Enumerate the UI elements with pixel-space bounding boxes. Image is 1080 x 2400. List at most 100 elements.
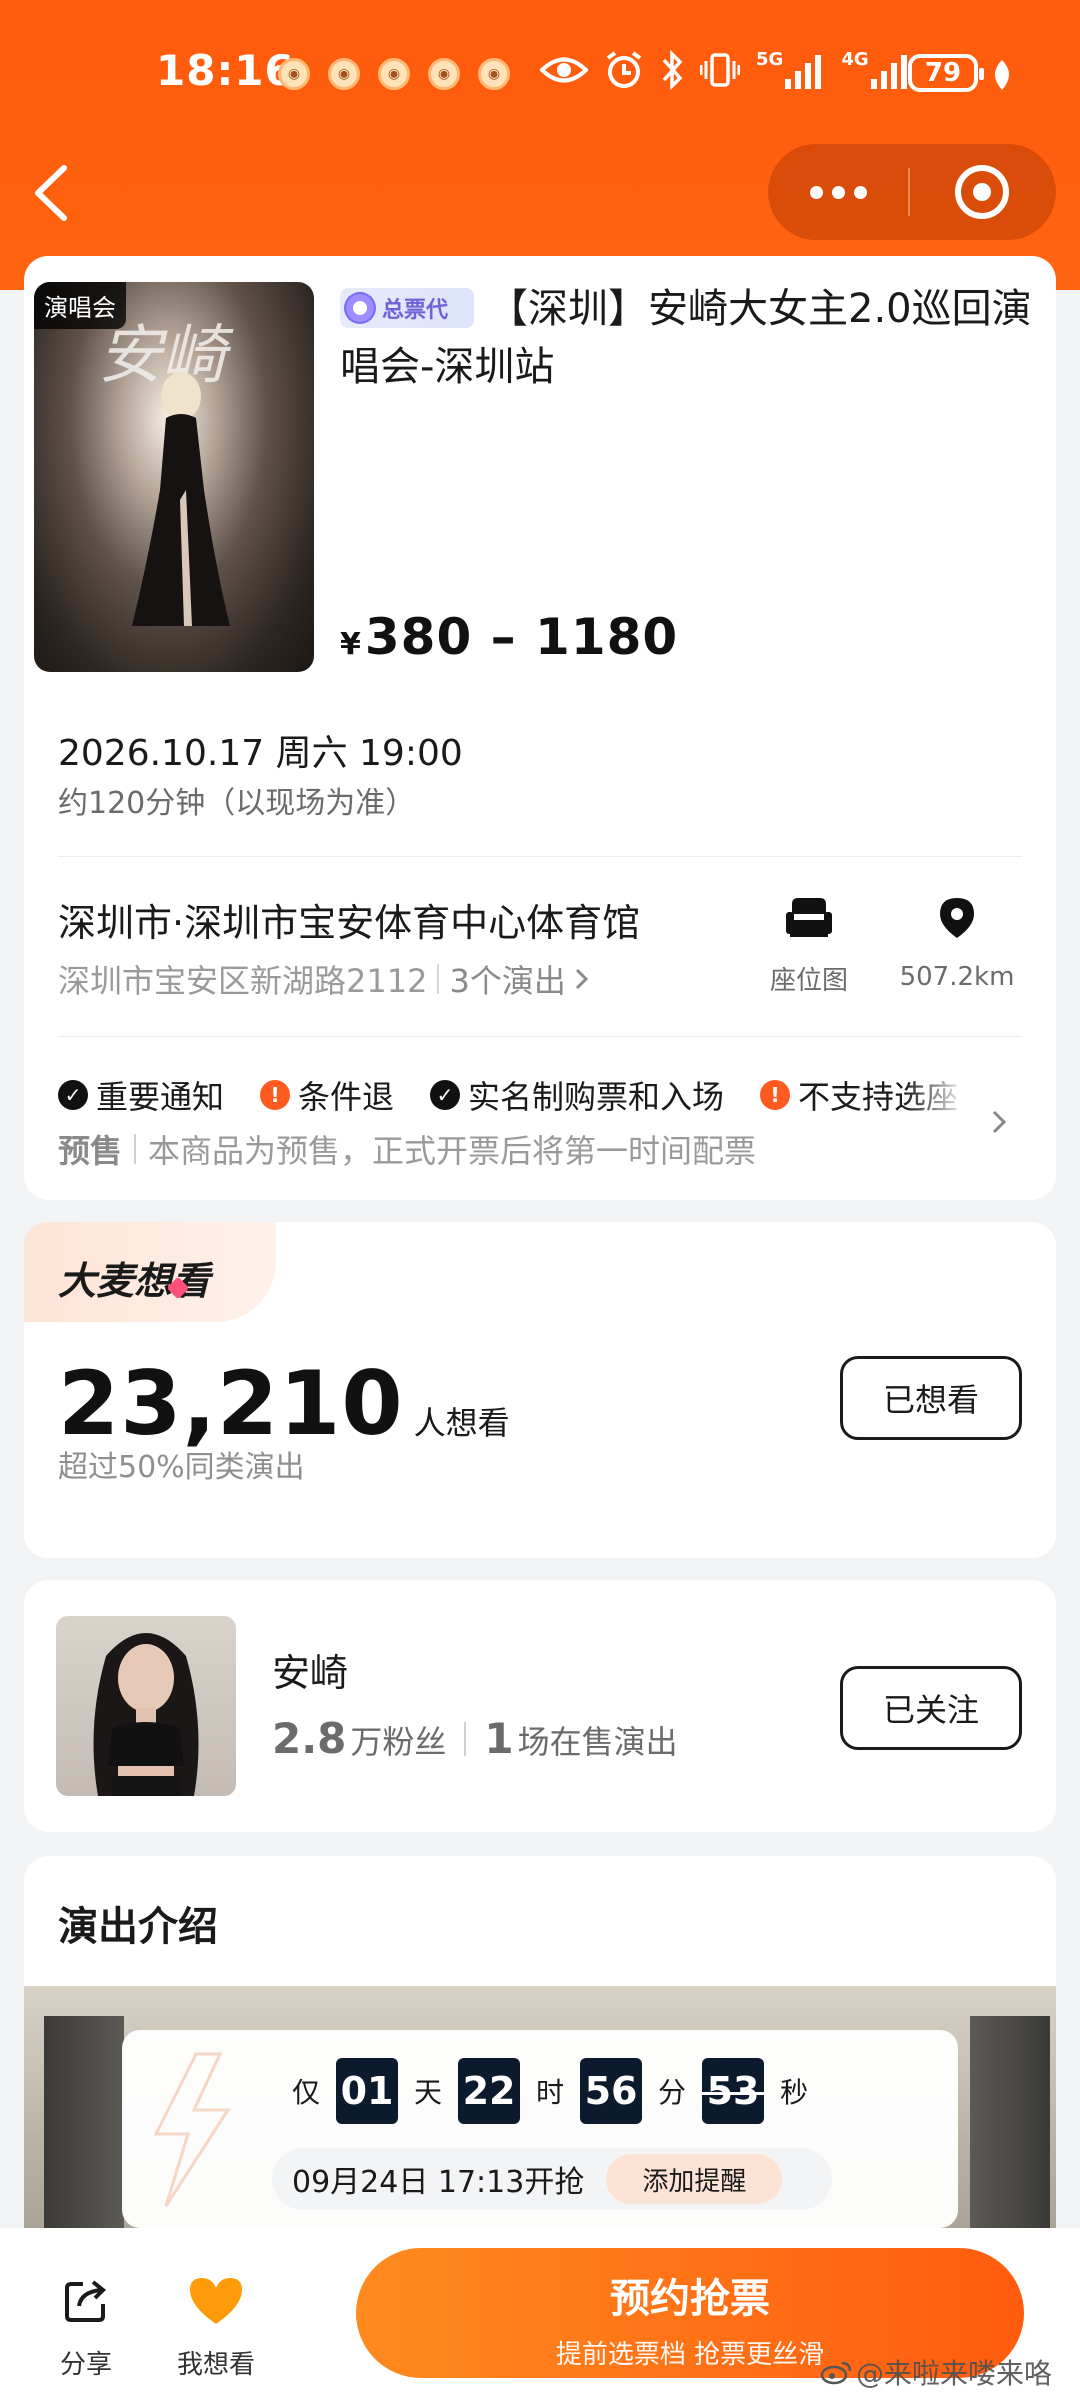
top-header: 18:16 ◉ ◉ ◉ ◉ ◉ 5G 4G 79 [0, 0, 1080, 290]
notice-item: ✓ 重要通知 [58, 1072, 224, 1118]
notice-item: ! 条件退 [260, 1072, 394, 1118]
fade-overlay [904, 1066, 994, 1126]
fans-unit: 万粉丝 [350, 1723, 447, 1761]
more-dots-icon [809, 185, 823, 199]
sale-open-pill: 09月24日 17:13开抢 添加提醒 [272, 2148, 832, 2210]
battery-level: 79 [924, 58, 962, 88]
heart-filled-icon [190, 2278, 242, 2324]
sale-open-time: 09月24日 17:13开抢 [292, 2165, 585, 2200]
back-button[interactable] [24, 158, 84, 228]
weibo-logo-icon [820, 2361, 852, 2385]
watermark: @来啦来喽来咯 [820, 2352, 1052, 2392]
show-poster[interactable]: 安崎 演唱会 [34, 282, 314, 672]
divider [437, 964, 440, 994]
want-button[interactable]: 我想看 [156, 2276, 276, 2381]
notice-item: ✓ 实名制购票和入场 [430, 1072, 724, 1118]
bluetooth-icon [662, 50, 683, 90]
reserve-ticket-label: 预约抢票 [610, 2276, 770, 2322]
price-currency: ¥ [340, 627, 361, 662]
want-label: 我想看 [176, 2350, 255, 2380]
countdown-days-unit: 天 [414, 2076, 443, 2109]
countdown-seconds-unit: 秒 [780, 2076, 809, 2109]
notification-icons: ◉ ◉ ◉ ◉ ◉ [278, 58, 510, 90]
presale-tag: 预售 [58, 1132, 123, 1170]
status-time: 18:16 [156, 46, 295, 95]
agent-badge-label: 总票代 [382, 298, 449, 323]
poster-category-tag: 演唱会 [34, 282, 126, 329]
divider [134, 1134, 137, 1164]
artist-card[interactable]: 安崎 2.8 万粉丝 1 场在售演出 已关注 [24, 1580, 1056, 1832]
other-shows-link[interactable]: 3个演出 [449, 956, 589, 1002]
venue-name[interactable]: 深圳市·深圳市宝安体育中心体育馆 [58, 892, 640, 947]
more-dot [853, 185, 867, 199]
divider [464, 1721, 467, 1756]
show-info-card: 安崎 演唱会 【深圳】安崎大女主2.0巡回演唱会-深圳站 总票代 ¥ 380 –… [24, 256, 1056, 1200]
notice-label: 重要通知 [96, 1078, 225, 1116]
want-count: 23,210 人想看 [58, 1352, 510, 1455]
countdown-hours-unit: 时 [536, 2076, 565, 2109]
signal-icon [870, 55, 907, 89]
fans-count: 2.8 [272, 1714, 347, 1763]
location-pin-icon [940, 898, 974, 938]
network-type-label: 4G [841, 49, 869, 70]
seat-map-button[interactable]: 座位图 [744, 896, 874, 997]
other-shows-label: 3个演出 [449, 962, 566, 1000]
app-notification-icon: ◉ [328, 58, 360, 90]
price-value: 380 – 1180 [364, 608, 679, 666]
address-row: 深圳市宝安区新湖路2112 3个演出 [58, 956, 590, 1002]
target-center [973, 183, 991, 201]
presale-row: 预售 本商品为预售，正式开票后将第一时间配票 [58, 1126, 756, 1172]
divider [58, 856, 1022, 857]
want-to-see-card: 大麦想看 23,210 人想看 超过50%同类演出 已想看 [24, 1222, 1056, 1558]
divider [58, 1036, 1022, 1037]
share-button[interactable]: 分享 [26, 2276, 146, 2381]
countdown-minutes: 56 [580, 2058, 643, 2124]
app-notification-icon: ◉ [378, 58, 410, 90]
countdown-minutes-unit: 分 [658, 2076, 687, 2109]
eye-icon [540, 57, 588, 83]
mini-program-capsule [768, 144, 1056, 240]
more-dot [831, 185, 845, 199]
check-icon: ✓ [430, 1080, 461, 1110]
medal-icon [344, 292, 376, 324]
presale-text: 本商品为预售，正式开票后将第一时间配票 [148, 1132, 757, 1170]
followed-button[interactable]: 已关注 [840, 1666, 1022, 1750]
price-range: ¥ 380 – 1180 [340, 608, 678, 666]
signal-icon [785, 55, 822, 89]
exclamation-icon: ! [760, 1080, 791, 1110]
more-button[interactable] [768, 144, 908, 240]
countdown-prefix: 仅 [292, 2076, 321, 2109]
chevron-right-icon[interactable] [984, 1102, 1014, 1142]
venue-address: 深圳市宝安区新湖路2112 [58, 962, 428, 1000]
lightning-icon [153, 2052, 231, 2207]
artist-avatar[interactable] [56, 1616, 236, 1796]
power-saving-icon [995, 60, 1009, 90]
countdown-seconds: 53 [698, 2058, 769, 2124]
chevron-left-icon [35, 165, 67, 221]
app-notification-icon: ◉ [478, 58, 510, 90]
status-bar: 18:16 ◉ ◉ ◉ ◉ ◉ 5G 4G 79 [0, 40, 1080, 110]
show-duration: 约120分钟（以现场为准） [58, 786, 416, 821]
app-notification-icon: ◉ [278, 58, 310, 90]
intro-title: 演出介绍 [58, 1904, 218, 1950]
add-reminder-button[interactable]: 添加提醒 [606, 2154, 783, 2204]
app-notification-icon: ◉ [428, 58, 460, 90]
on-sale-unit: 场在售演出 [517, 1723, 678, 1761]
show-datetime: 2026.10.17 周六 19:00 [58, 733, 463, 774]
watermark-text: @来啦来喽来咯 [856, 2357, 1053, 2390]
on-sale-count: 1 [484, 1714, 514, 1763]
navigation-button[interactable]: 507.2km [872, 896, 1042, 992]
want-section-title: 大麦想看 [58, 1259, 211, 1303]
alarm-icon [606, 51, 642, 88]
notice-list[interactable]: ✓ 重要通知 ! 条件退 ✓ 实名制购票和入场 ! 不支持选座 [58, 1072, 978, 1118]
notice-label: 条件退 [298, 1078, 395, 1116]
countdown-row: 仅 01 天 22 时 56 分 53 秒 [292, 2058, 808, 2124]
sale-countdown: 仅 01 天 22 时 56 分 53 秒 09月24日 17:13开抢 添加提… [122, 2030, 958, 2228]
network-type-label: 5G [756, 49, 784, 70]
artist-name[interactable]: 安崎 [272, 1642, 348, 1697]
wanted-button[interactable]: 已想看 [840, 1356, 1022, 1440]
artist-photo-image [93, 1633, 199, 1796]
agent-badge: 总票代 [340, 288, 474, 328]
artist-stats: 2.8 万粉丝 1 场在售演出 [272, 1714, 678, 1763]
close-mini-program-button[interactable] [910, 144, 1054, 240]
